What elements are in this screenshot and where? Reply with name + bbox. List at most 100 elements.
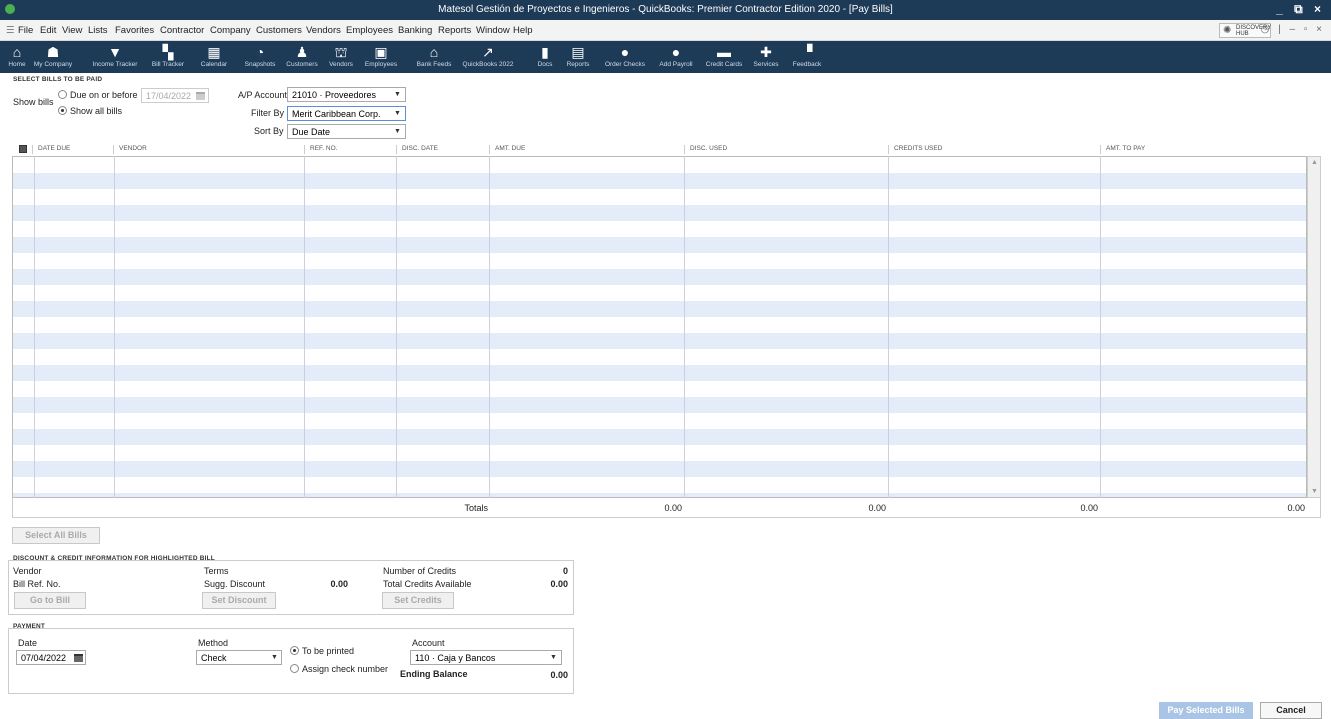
menu-company[interactable]: Company bbox=[210, 25, 251, 36]
set-credits-button[interactable]: Set Credits bbox=[382, 592, 454, 609]
col-amt-due[interactable]: AMT. DUE bbox=[489, 145, 525, 154]
show-all-bills-label[interactable]: Show all bills bbox=[70, 106, 122, 116]
table-row[interactable] bbox=[13, 317, 1306, 333]
toolbar-quickbooks-2022[interactable]: ↗ QuickBooks 2022 bbox=[459, 43, 517, 73]
table-row[interactable] bbox=[13, 349, 1306, 365]
menu-contractor[interactable]: Contractor bbox=[160, 25, 204, 36]
table-row[interactable] bbox=[13, 205, 1306, 221]
table-row[interactable] bbox=[13, 445, 1306, 461]
sort-by-dropdown[interactable]: Due Date bbox=[287, 124, 406, 139]
title-bar: Matesol Gestión de Proyectos e Ingeniero… bbox=[0, 0, 1331, 20]
toolbar-income-tracker[interactable]: ▼ Income Tracker bbox=[90, 43, 140, 73]
scroll-down-icon[interactable]: ▼ bbox=[1311, 488, 1318, 495]
chevron-down-icon[interactable]: ▼ bbox=[271, 654, 278, 661]
grid-scrollbar[interactable]: ▲ ▼ bbox=[1307, 156, 1321, 498]
payroll-icon: ● bbox=[671, 44, 681, 60]
toolbar-snapshots[interactable]: ◔ Snapshots bbox=[241, 43, 279, 73]
menu-file[interactable]: File bbox=[18, 25, 33, 36]
table-row[interactable] bbox=[13, 173, 1306, 189]
assign-check-label[interactable]: Assign check number bbox=[302, 664, 388, 674]
menu-system-icon[interactable]: ☰ bbox=[6, 25, 15, 36]
chevron-down-icon[interactable]: ▼ bbox=[550, 654, 557, 661]
table-row[interactable] bbox=[13, 189, 1306, 205]
ap-account-dropdown[interactable]: 21010 · Proveedores bbox=[287, 87, 406, 102]
table-row[interactable] bbox=[13, 221, 1306, 237]
menu-help[interactable]: Help bbox=[513, 25, 533, 36]
menu-window[interactable]: Window bbox=[476, 25, 510, 36]
calendar-icon[interactable] bbox=[74, 654, 83, 662]
col-vendor[interactable]: VENDOR bbox=[113, 145, 147, 154]
to-be-printed-label[interactable]: To be printed bbox=[302, 646, 354, 656]
chevron-down-icon[interactable]: ▼ bbox=[394, 91, 401, 98]
show-all-bills-radio[interactable] bbox=[58, 106, 67, 115]
col-disc-used[interactable]: DISC. USED bbox=[684, 145, 727, 154]
table-row[interactable] bbox=[13, 429, 1306, 445]
col-date-due[interactable]: DATE DUE bbox=[32, 145, 70, 154]
toolbar-order-checks[interactable]: ● Order Checks bbox=[603, 43, 647, 73]
select-all-checkbox[interactable] bbox=[19, 145, 27, 153]
toolbar-calendar[interactable]: ▦ Calendar bbox=[196, 43, 232, 73]
window-controls[interactable]: _ ⧉ × bbox=[1276, 2, 1325, 17]
table-row[interactable] bbox=[13, 381, 1306, 397]
col-amt-to-pay[interactable]: AMT. TO PAY bbox=[1100, 145, 1145, 154]
go-to-bill-button[interactable]: Go to Bill bbox=[14, 592, 86, 609]
toolbar-my-company[interactable]: ☗ My Company bbox=[33, 43, 73, 73]
toolbar-add-payroll[interactable]: ● Add Payroll bbox=[654, 43, 698, 73]
table-row[interactable] bbox=[13, 365, 1306, 381]
scroll-up-icon[interactable]: ▲ bbox=[1311, 159, 1318, 166]
toolbar-bank-feeds[interactable]: ⌂ Bank Feeds bbox=[413, 43, 455, 73]
total-amt-due: 0.00 bbox=[664, 503, 682, 513]
assign-check-radio[interactable] bbox=[290, 664, 299, 673]
select-all-bills-button[interactable]: Select All Bills bbox=[12, 527, 100, 544]
toolbar-credit-cards[interactable]: ▬ Credit Cards bbox=[702, 43, 746, 73]
menu-favorites[interactable]: Favorites bbox=[115, 25, 154, 36]
toolbar-feedback[interactable]: ▝ Feedback bbox=[790, 43, 824, 73]
table-row[interactable] bbox=[13, 269, 1306, 285]
toolbar-employees[interactable]: ▣ Employees bbox=[361, 43, 401, 73]
menu-customers[interactable]: Customers bbox=[256, 25, 302, 36]
menu-reports[interactable]: Reports bbox=[438, 25, 471, 36]
menu-edit[interactable]: Edit bbox=[40, 25, 56, 36]
toolbar-customers[interactable]: ♟ Customers bbox=[283, 43, 321, 73]
calendar-icon[interactable] bbox=[196, 92, 205, 100]
toolbar-docs[interactable]: ▮ Docs bbox=[533, 43, 557, 73]
table-row[interactable] bbox=[13, 285, 1306, 301]
table-row[interactable] bbox=[13, 333, 1306, 349]
toolbar-home[interactable]: ⌂ Home bbox=[5, 43, 29, 73]
payment-method-dropdown[interactable]: Check bbox=[196, 650, 282, 665]
ap-account-label: A/P Account bbox=[238, 90, 287, 100]
chevron-down-icon[interactable]: ▼ bbox=[394, 128, 401, 135]
sugg-discount-value: 0.00 bbox=[330, 579, 348, 589]
table-row[interactable] bbox=[13, 301, 1306, 317]
table-row[interactable] bbox=[13, 461, 1306, 477]
due-on-before-label[interactable]: Due on or before bbox=[70, 90, 138, 100]
menu-view[interactable]: View bbox=[62, 25, 82, 36]
menu-vendors[interactable]: Vendors bbox=[306, 25, 341, 36]
cancel-button[interactable]: Cancel bbox=[1260, 702, 1322, 719]
table-row[interactable] bbox=[13, 253, 1306, 269]
payment-account-dropdown[interactable]: 110 · Caja y Bancos bbox=[410, 650, 562, 665]
mdi-controls[interactable]: ◷ | – ▫ × bbox=[1261, 24, 1325, 35]
toolbar-reports[interactable]: ▤ Reports bbox=[563, 43, 593, 73]
col-ref-no[interactable]: REF. NO. bbox=[304, 145, 337, 154]
due-on-before-radio[interactable] bbox=[58, 90, 67, 99]
bills-grid[interactable] bbox=[12, 156, 1307, 498]
table-row[interactable] bbox=[13, 237, 1306, 253]
menu-banking[interactable]: Banking bbox=[398, 25, 432, 36]
table-row[interactable] bbox=[13, 413, 1306, 429]
table-row[interactable] bbox=[13, 157, 1306, 173]
table-row[interactable] bbox=[13, 397, 1306, 413]
filter-by-dropdown[interactable]: Merit Caribbean Corp. bbox=[287, 106, 406, 121]
chevron-down-icon[interactable]: ▼ bbox=[394, 110, 401, 117]
pay-selected-bills-button[interactable]: Pay Selected Bills bbox=[1159, 702, 1253, 719]
col-credits-used[interactable]: CREDITS USED bbox=[888, 145, 942, 154]
toolbar-vendors[interactable]: ⛫ Vendors bbox=[325, 43, 357, 73]
toolbar-bill-tracker[interactable]: ▚ Bill Tracker bbox=[144, 43, 192, 73]
toolbar-services[interactable]: ✚ Services bbox=[750, 43, 782, 73]
to-be-printed-radio[interactable] bbox=[290, 646, 299, 655]
menu-employees[interactable]: Employees bbox=[346, 25, 393, 36]
col-disc-date[interactable]: DISC. DATE bbox=[396, 145, 438, 154]
menu-lists[interactable]: Lists bbox=[88, 25, 108, 36]
table-row[interactable] bbox=[13, 477, 1306, 493]
set-discount-button[interactable]: Set Discount bbox=[202, 592, 276, 609]
